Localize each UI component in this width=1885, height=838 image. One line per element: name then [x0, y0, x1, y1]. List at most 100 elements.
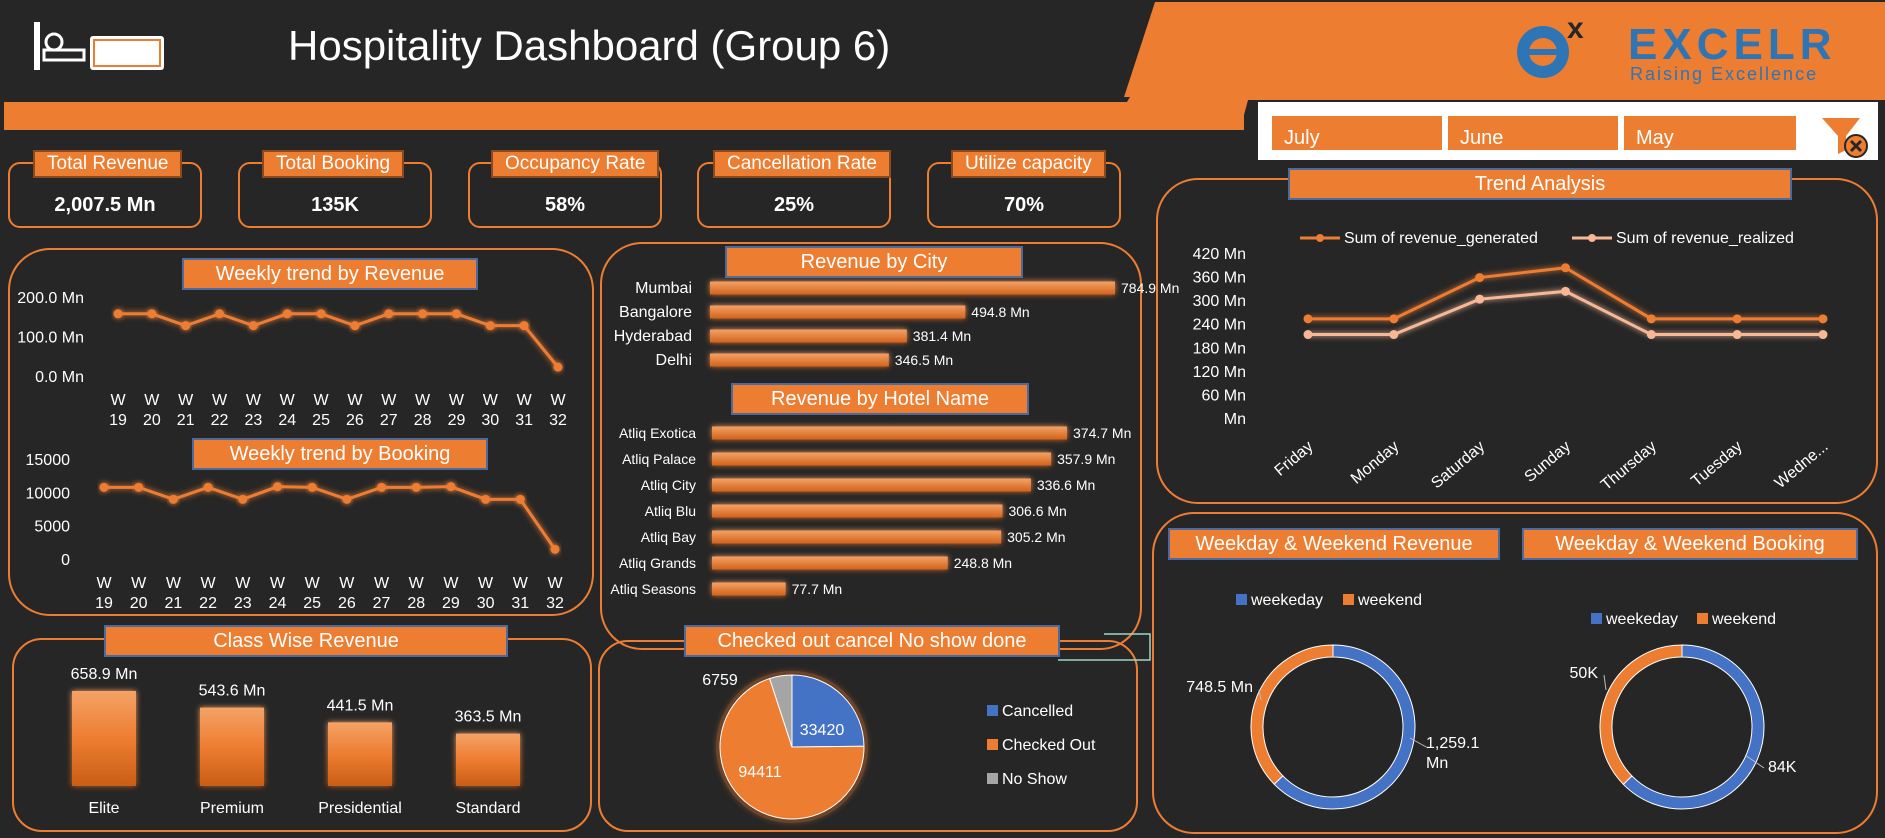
- trend-point: [1646, 330, 1656, 340]
- wk_booking-leader-line: [1603, 674, 1607, 691]
- wk_revenue-value-label: 748.5 Mn: [1186, 679, 1253, 696]
- trend-point: [1389, 330, 1399, 340]
- weekly_revenue-point: [384, 309, 394, 319]
- class-revenue-value-label: 658.9 Mn: [71, 666, 138, 683]
- weekly_booking-x-tick: W: [374, 575, 390, 592]
- trend-y-tick: 420 Mn: [1193, 246, 1246, 263]
- weekly_revenue-point: [147, 309, 157, 319]
- revenue_city-category-label: Bangalore: [619, 304, 692, 321]
- revenue_city-bar: [710, 329, 907, 343]
- weekly_booking-x-tick-num: 20: [130, 595, 148, 612]
- weekly_revenue-x-tick: W: [280, 392, 296, 409]
- revenue_hotel-bar: [712, 556, 948, 570]
- revenue_hotel-value-label: 357.9 Mn: [1057, 451, 1115, 467]
- weekly_revenue-point: [181, 321, 191, 331]
- revenue_city-value-label: 494.8 Mn: [971, 304, 1029, 320]
- weekly_booking-point: [272, 482, 282, 492]
- class-revenue-bar: [328, 722, 392, 786]
- status-pie-label: 33420: [800, 722, 845, 739]
- class-revenue-category-label: Elite: [88, 800, 119, 817]
- weekly_revenue-point: [316, 309, 326, 319]
- weekly_booking-point: [411, 482, 421, 492]
- trend-y-tick: 60 Mn: [1202, 387, 1246, 404]
- weekly_booking-x-tick: W: [547, 575, 563, 592]
- weekly_booking-x-tick-num: 25: [303, 595, 321, 612]
- revenue_hotel-category-label: Atliq Grands: [619, 555, 696, 571]
- weekly_revenue-x-tick: W: [381, 392, 397, 409]
- weekly_booking-x-tick: W: [478, 575, 494, 592]
- weekly_booking-x-tick-num: 28: [407, 595, 425, 612]
- weekly_booking-x-tick-num: 24: [269, 595, 287, 612]
- weekly_booking-x-tick: W: [96, 575, 112, 592]
- weekly_booking-x-tick-num: 29: [442, 595, 460, 612]
- weekly_booking-x-tick: W: [409, 575, 425, 592]
- weekly_booking-x-tick: W: [131, 575, 147, 592]
- weekly_revenue-x-tick-num: 25: [312, 412, 330, 429]
- trend-x-tick: Sunday: [1522, 438, 1574, 486]
- class-revenue-bar: [72, 691, 136, 786]
- weekly_revenue-x-tick: W: [517, 392, 533, 409]
- revenue_hotel-bar: [712, 504, 1003, 518]
- weekly_booking-point: [481, 494, 491, 504]
- trend-x-tick: Tuesday: [1688, 438, 1745, 490]
- weekly_revenue-point: [215, 309, 225, 319]
- status-legend-label: Checked Out: [1002, 737, 1096, 754]
- trend-x-tick: Wedne...: [1772, 438, 1832, 492]
- class-revenue-value-label: 543.6 Mn: [199, 683, 266, 700]
- revenue_city-category-label: Hyderabad: [614, 328, 692, 345]
- revenue_hotel-value-label: 306.6 Mn: [1008, 503, 1066, 519]
- revenue_city-value-label: 381.4 Mn: [913, 328, 971, 344]
- weekly_revenue-x-tick-num: 24: [278, 412, 296, 429]
- revenue_city-value-label: 784.9 Mn: [1121, 280, 1179, 296]
- class-revenue-bar: [456, 733, 520, 786]
- weekly_revenue-x-tick: W: [178, 392, 194, 409]
- trend-x-tick: Monday: [1348, 438, 1403, 488]
- wk_booking-legend-swatch: [1591, 613, 1602, 624]
- weekly_booking-point: [307, 482, 317, 492]
- weekly_booking-x-tick-num: 30: [477, 595, 495, 612]
- weekly_booking-x-tick-num: 19: [95, 595, 113, 612]
- trend-point: [1303, 330, 1313, 340]
- weekly_booking-x-tick: W: [339, 575, 355, 592]
- revenue_city-category-label: Mumbai: [635, 280, 692, 297]
- weekly_revenue-x-tick: W: [415, 392, 431, 409]
- wk_booking-value-label: 50K: [1570, 665, 1599, 682]
- weekly_revenue-x-tick-num: 30: [481, 412, 499, 429]
- weekly_booking-x-tick-num: 27: [373, 595, 391, 612]
- weekly_revenue-point: [418, 309, 428, 319]
- wk_revenue-legend-swatch: [1343, 594, 1354, 605]
- trend-y-tick: 360 Mn: [1193, 270, 1246, 287]
- trend-point: [1475, 294, 1485, 304]
- weekly_revenue-x-tick-num: 23: [244, 412, 262, 429]
- trend-y-tick: 240 Mn: [1193, 317, 1246, 334]
- trend-y-tick: Mn: [1224, 411, 1246, 428]
- trend-point: [1818, 314, 1828, 324]
- class-revenue-bar: [200, 707, 264, 786]
- weekly_revenue-x-tick: W: [110, 392, 126, 409]
- revenue_hotel-bar: [712, 452, 1052, 466]
- weekly_revenue-point: [485, 321, 495, 331]
- revenue_hotel-category-label: Atliq Bay: [641, 529, 696, 545]
- revenue_hotel-category-label: Atliq Exotica: [619, 425, 696, 441]
- wk_revenue-donut-slice: [1273, 644, 1416, 810]
- weekly_revenue-point: [519, 321, 529, 331]
- weekly_revenue-point: [350, 321, 360, 331]
- revenue_hotel-bar: [712, 530, 1002, 544]
- revenue_city-value-label: 346.5 Mn: [895, 352, 953, 368]
- trend-point: [1561, 263, 1570, 273]
- weekly_booking-x-tick: W: [443, 575, 459, 592]
- weekly_revenue-x-tick: W: [483, 392, 499, 409]
- trend-point: [1732, 330, 1742, 340]
- revenue_hotel-value-label: 77.7 Mn: [792, 581, 843, 597]
- weekly_booking-point: [515, 494, 525, 504]
- weekly_revenue-x-tick-num: 27: [380, 412, 398, 429]
- weekly_revenue-x-tick: W: [550, 392, 566, 409]
- status-legend-swatch: [987, 773, 998, 784]
- weekly_booking-x-tick: W: [166, 575, 182, 592]
- weekly_booking-point: [446, 482, 456, 492]
- wk_booking-legend-swatch: [1697, 613, 1708, 624]
- weekly_booking-x-tick: W: [201, 575, 217, 592]
- status-legend-label: No Show: [1002, 771, 1067, 788]
- revenue_hotel-bar: [712, 582, 786, 596]
- weekly_revenue-point: [113, 309, 123, 319]
